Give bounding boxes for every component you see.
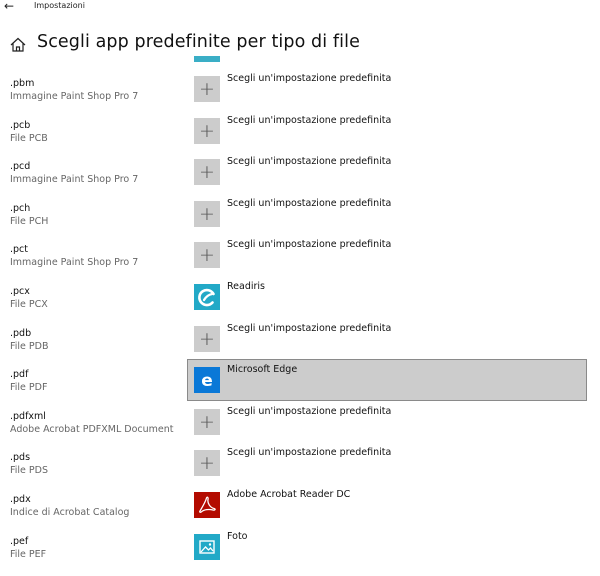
default-app-button[interactable]: + Scegli un'impostazione predefinita [187, 401, 587, 443]
file-extension: .pdfxml [10, 410, 46, 422]
plus-icon: + [194, 325, 220, 352]
file-type-row: .pef File PEF Foto [0, 531, 600, 576]
plus-icon: + [194, 76, 220, 102]
edge-icon: e [194, 367, 220, 394]
default-app-button[interactable]: Foto [187, 526, 587, 568]
default-app-button[interactable]: Adobe Acrobat Reader DC [187, 484, 587, 526]
default-app-button[interactable]: + Scegli un'impostazione predefinita [187, 110, 587, 152]
default-app-button[interactable]: + Scegli un'impostazione predefinita [187, 193, 587, 235]
back-arrow-icon[interactable]: ← [4, 0, 20, 14]
photos-icon [194, 533, 220, 560]
home-icon[interactable] [9, 36, 27, 54]
default-app-label: Scegli un'impostazione predefinita [227, 156, 392, 168]
default-app-label: Foto [227, 530, 248, 542]
plus-icon: + [194, 408, 220, 435]
file-description: File PCH [10, 215, 49, 227]
default-app-label: Scegli un'impostazione predefinita [227, 73, 392, 84]
file-description: File PCX [10, 299, 48, 310]
default-app-label: Scegli un'impostazione predefinita [227, 239, 392, 251]
file-description: File PDS [10, 465, 48, 477]
file-extension: .pct [10, 244, 28, 256]
file-description: Immagine Paint Shop Pro 7 [10, 91, 139, 102]
acrobat-icon [194, 492, 220, 518]
file-description: File PCB [10, 132, 48, 144]
file-extension: .pdf [10, 369, 29, 381]
default-app-button[interactable]: + Scegli un'impostazione predefinita [187, 151, 587, 193]
file-description: File PDB [10, 340, 49, 352]
default-app-label: Scegli un'impostazione predefinita [227, 197, 392, 209]
default-app-button[interactable]: + Scegli un'impostazione predefinita [187, 318, 587, 360]
plus-icon: + [194, 159, 220, 186]
default-app-button[interactable]: + Scegli un'impostazione predefinita [187, 442, 587, 484]
default-app-label: Adobe Acrobat Reader DC [227, 489, 351, 500]
default-app-label: Scegli un'impostazione predefinita [227, 447, 392, 459]
file-description: File PDF [10, 382, 48, 394]
plus-icon: + [194, 200, 220, 227]
svg-text:e: e [201, 371, 213, 391]
file-description: Adobe Acrobat PDFXML Document [10, 423, 174, 435]
default-app-button[interactable]: + Scegli un'impostazione predefinita [187, 68, 587, 110]
default-app-button[interactable]: + Scegli un'impostazione predefinita [187, 234, 587, 276]
default-app-label: Microsoft Edge [227, 364, 298, 376]
file-extension: .pdb [10, 327, 32, 339]
title-bar: ← Impostazioni [0, 0, 600, 16]
file-extension: .pcb [10, 119, 31, 131]
file-description: File PEF [10, 548, 47, 560]
window-title: Impostazioni [34, 1, 85, 10]
previous-app-tile-edge [194, 56, 220, 62]
file-extension: .pch [10, 202, 31, 214]
readiris-icon [194, 284, 220, 310]
file-extension: .pdx [10, 494, 31, 505]
file-extension: .pds [10, 452, 31, 464]
file-description: Immagine Paint Shop Pro 7 [10, 174, 139, 186]
default-app-label: Scegli un'impostazione predefinita [227, 405, 392, 417]
default-app-label: Readiris [227, 281, 266, 292]
file-extension: .pcx [10, 286, 30, 297]
default-app-label: Scegli un'impostazione predefinita [227, 114, 392, 126]
default-app-label: Scegli un'impostazione predefinita [227, 322, 392, 334]
file-extension: .pcd [10, 161, 31, 173]
file-extension: .pef [10, 535, 29, 547]
plus-icon: + [194, 242, 220, 269]
plus-icon: + [194, 450, 220, 477]
file-extension: .pbm [10, 78, 35, 89]
plus-icon: + [194, 117, 220, 144]
default-app-button[interactable]: Readiris [187, 276, 587, 318]
page-title: Scegli app predefinite per tipo di file [37, 32, 360, 52]
page-header: Scegli app predefinite per tipo di file [0, 28, 600, 60]
file-description: Indice di Acrobat Catalog [10, 507, 130, 518]
file-description: Immagine Paint Shop Pro 7 [10, 257, 139, 269]
default-app-button-selected[interactable]: e Microsoft Edge [187, 359, 587, 402]
